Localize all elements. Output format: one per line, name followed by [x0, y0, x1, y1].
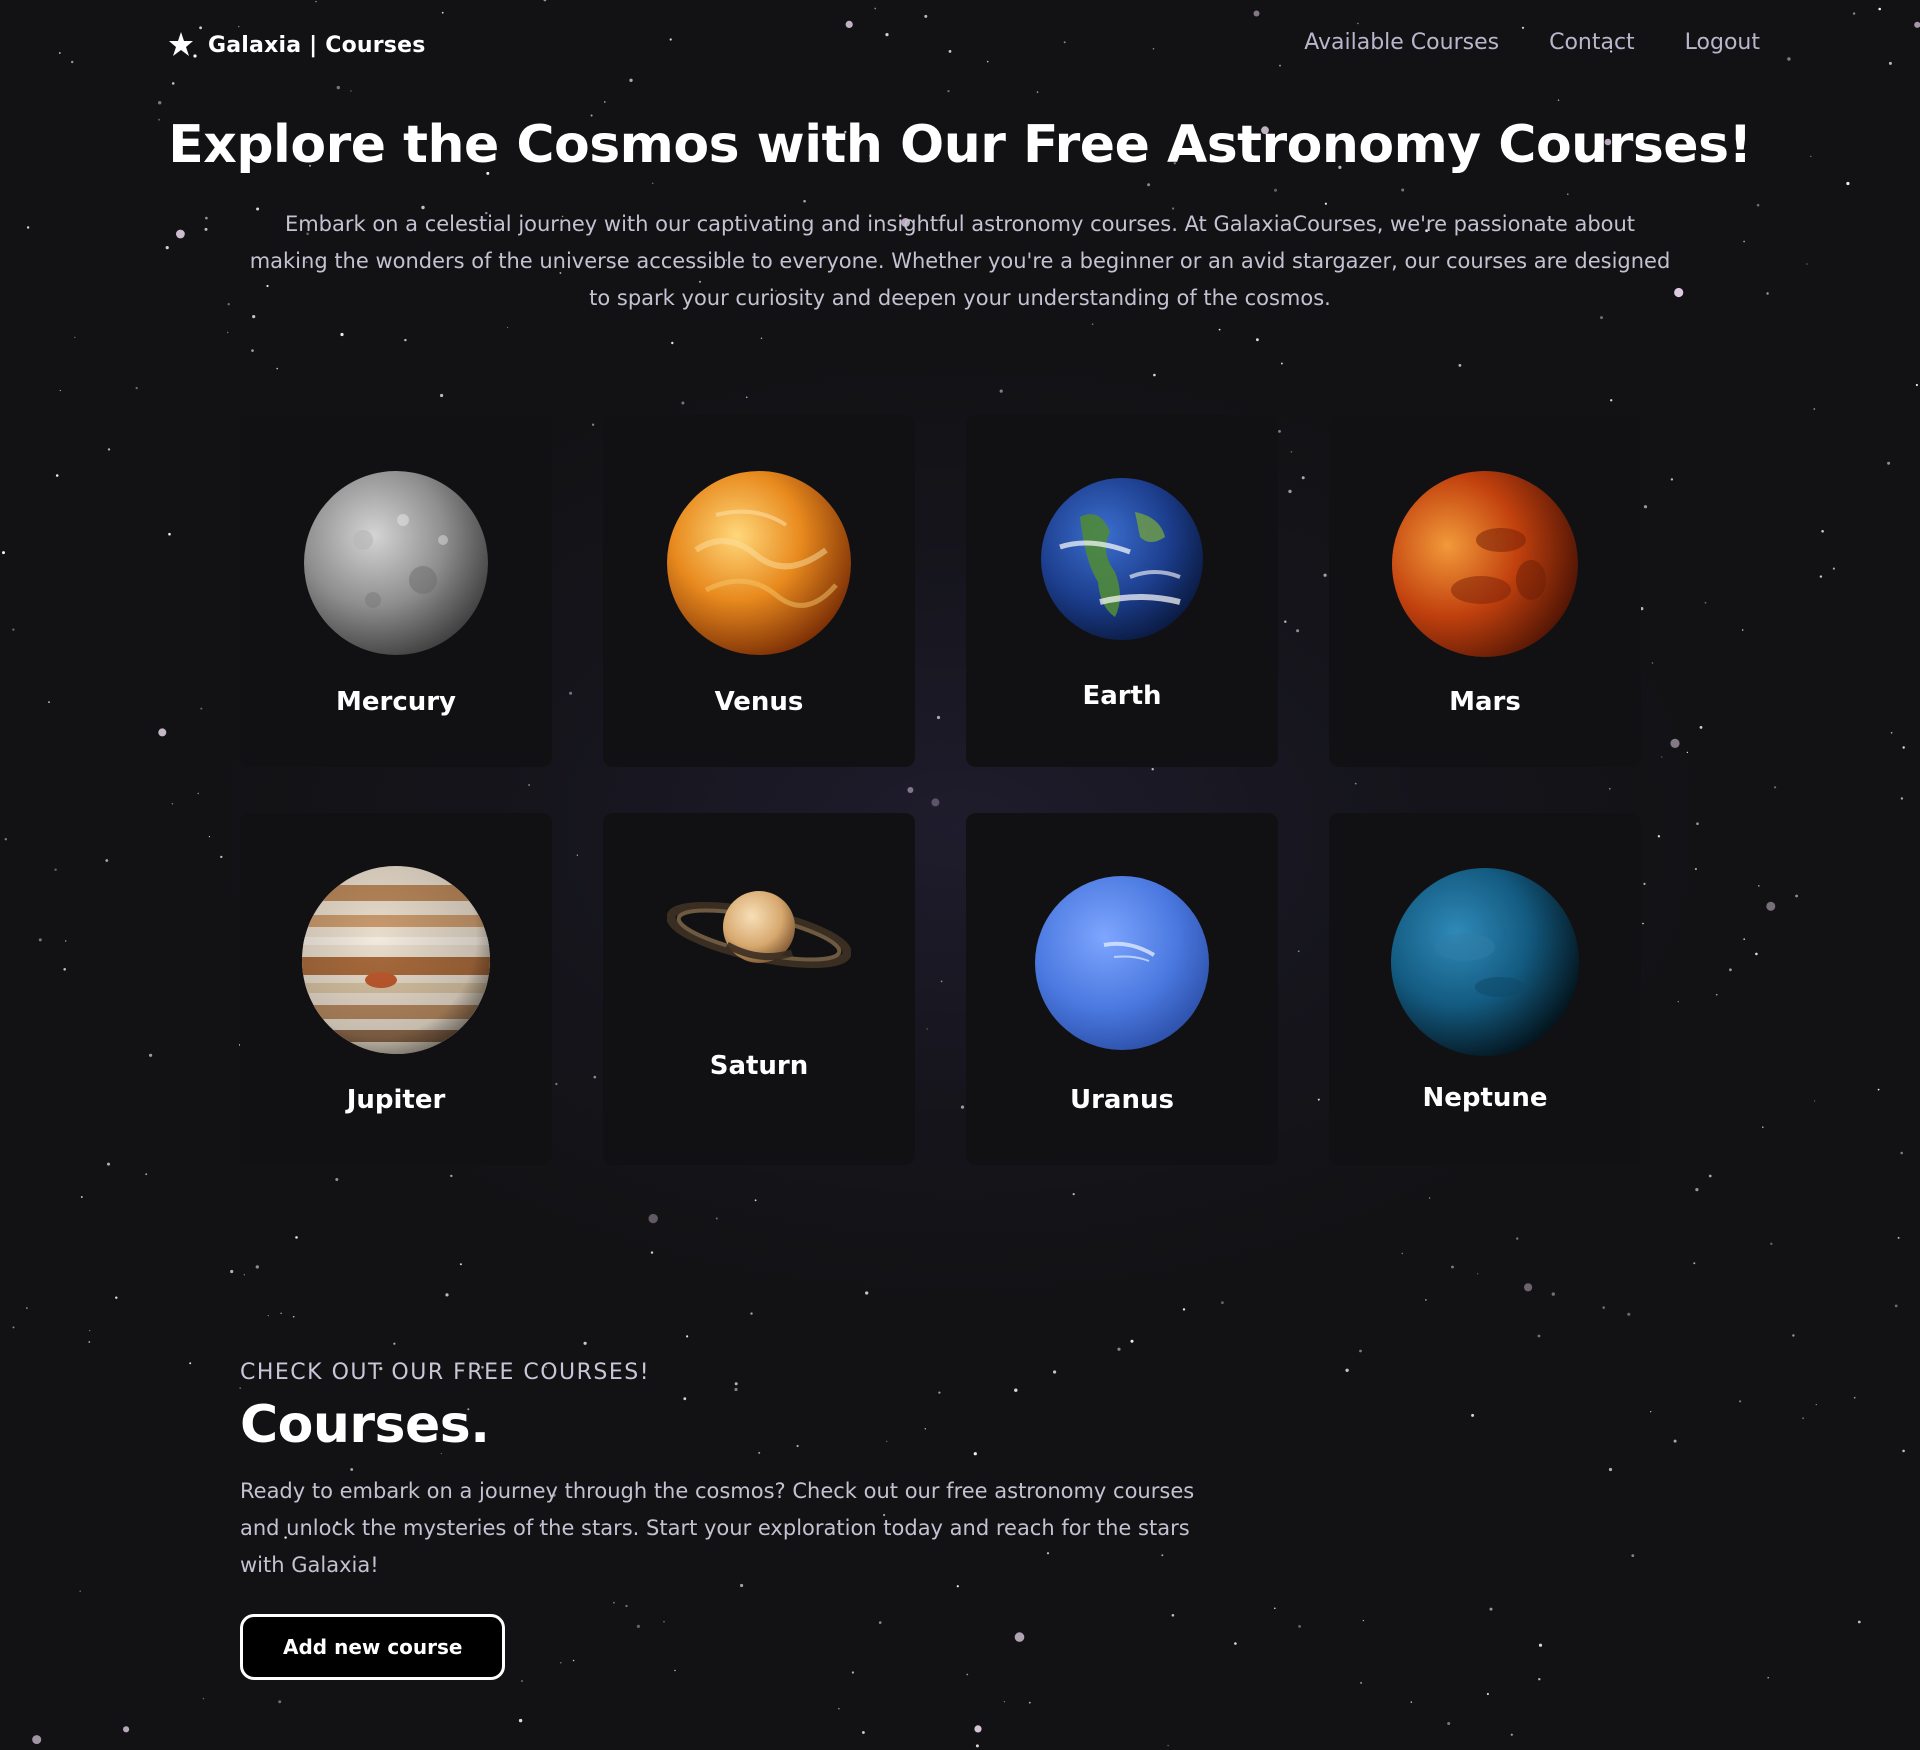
hero-title: Explore the Cosmos with Our Free Astrono… [168, 115, 1752, 175]
planet-card-saturn[interactable]: Saturn [603, 813, 915, 1165]
planet-name: Earth [1082, 681, 1162, 711]
planet-name: Venus [714, 687, 804, 717]
planet-card-mercury[interactable]: Mercury [240, 415, 552, 767]
courses-eyebrow: CHECK OUT OUR FREE COURSES! [240, 1360, 651, 1385]
planet-name: Mars [1449, 687, 1521, 717]
star-icon [169, 32, 197, 58]
planet-card-neptune[interactable]: Neptune [1329, 813, 1641, 1165]
brand-name: Galaxia | Courses [208, 32, 426, 58]
neptune-planet-icon [1391, 868, 1579, 1056]
nav-link-contact[interactable]: Contact [1549, 30, 1635, 55]
jupiter-planet-icon [302, 866, 490, 1054]
planet-card-mars[interactable]: Mars [1329, 415, 1641, 767]
mars-planet-icon [1392, 471, 1578, 657]
courses-title: Courses. [240, 1395, 490, 1455]
nav-link-logout[interactable]: Logout [1685, 30, 1760, 55]
planet-card-venus[interactable]: Venus [603, 415, 915, 767]
uranus-planet-icon [1035, 876, 1209, 1050]
courses-description: Ready to embark on a journey through the… [240, 1479, 1195, 1577]
top-navbar: Galaxia | Courses Available Courses Cont… [0, 0, 1920, 94]
planet-name: Neptune [1422, 1083, 1548, 1113]
mercury-planet-icon [304, 471, 488, 655]
planet-name: Saturn [709, 1051, 809, 1081]
planet-card-earth[interactable]: Earth [966, 415, 1278, 767]
courses-section: CHECK OUT OUR FREE COURSES! Courses. Rea… [240, 1360, 1240, 1680]
earth-planet-icon [1041, 478, 1203, 640]
saturn-planet-icon [667, 891, 851, 969]
nav-link-available-courses[interactable]: Available Courses [1304, 30, 1499, 55]
planet-card-uranus[interactable]: Uranus [966, 813, 1278, 1165]
planet-card-jupiter[interactable]: Jupiter [240, 813, 552, 1165]
nav-links: Available Courses Contact Logout [1304, 30, 1760, 55]
add-new-course-button[interactable]: Add new course [240, 1614, 506, 1680]
venus-planet-icon [667, 471, 851, 655]
planet-name: Jupiter [346, 1085, 446, 1115]
brand-logo[interactable]: Galaxia | Courses [168, 30, 426, 60]
planet-name: Mercury [335, 687, 457, 717]
planet-name: Uranus [1070, 1085, 1174, 1115]
hero-subtitle: Embark on a celestial journey with our c… [249, 212, 1671, 310]
